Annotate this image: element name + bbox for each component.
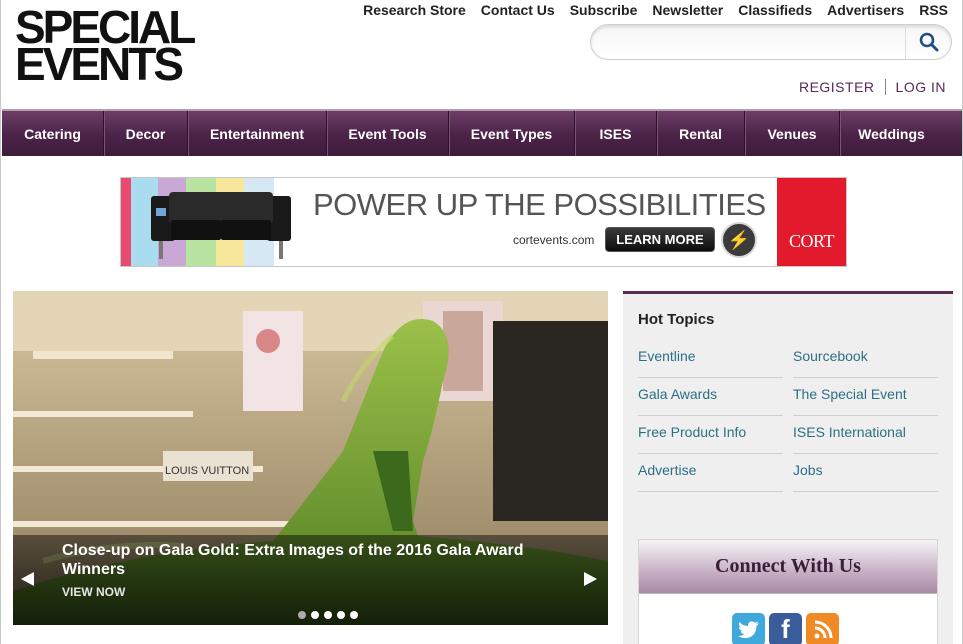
search-box — [590, 24, 952, 60]
previous-arrow-icon[interactable] — [21, 572, 34, 586]
site-logo[interactable]: SPECIAL EVENTS — [15, 4, 196, 90]
learn-more-button[interactable]: LEARN MORE — [605, 227, 715, 252]
ad-banner[interactable]: POWER UP THE POSSIBILITIES cortevents.co… — [120, 177, 847, 267]
top-link-contact-us[interactable]: Contact Us — [481, 2, 555, 18]
slide-caption: Close-up on Gala Gold: Extra Images of t… — [13, 535, 608, 625]
account-links: REGISTER LOG IN — [799, 79, 946, 95]
ad-stripe — [121, 178, 131, 266]
connect-title: Connect With Us — [639, 540, 937, 594]
nav-item-ises[interactable]: ISES — [575, 111, 657, 156]
nav-item-catering[interactable]: Catering — [2, 111, 104, 156]
search-input[interactable] — [603, 31, 893, 53]
nav-item-event-types[interactable]: Event Types — [449, 111, 575, 156]
top-link-newsletter[interactable]: Newsletter — [652, 2, 723, 18]
nav-item-weddings[interactable]: Weddings — [840, 111, 943, 156]
nav-item-venues[interactable]: Venues — [745, 111, 840, 156]
nav-item-entertainment[interactable]: Entertainment — [188, 111, 327, 156]
slide-dots — [298, 611, 358, 619]
slide-dot[interactable] — [350, 611, 358, 619]
hot-topics-panel: Hot Topics Eventline Sourcebook Gala Awa… — [623, 291, 953, 644]
hot-topic-eventline[interactable]: Eventline — [638, 340, 783, 378]
hot-topic-advertise[interactable]: Advertise — [638, 454, 783, 492]
nav-item-decor[interactable]: Decor — [104, 111, 188, 156]
cort-logo: CORT — [777, 178, 846, 266]
account-divider — [884, 79, 886, 95]
twitter-icon[interactable] — [732, 613, 765, 644]
connect-with-us-box: Connect With Us f — [638, 539, 938, 644]
hot-topic-the-special-event[interactable]: The Special Event — [793, 378, 938, 416]
social-icons: f — [732, 613, 839, 644]
hot-topic-free-product-info[interactable]: Free Product Info — [638, 416, 783, 454]
slide-title[interactable]: Close-up on Gala Gold: Extra Images of t… — [62, 541, 582, 579]
lightning-bolt-icon: ⚡ — [721, 222, 757, 258]
main-nav: Catering Decor Entertainment Event Tools… — [2, 109, 962, 156]
slide-dot[interactable] — [298, 611, 306, 619]
hot-topic-jobs[interactable]: Jobs — [793, 454, 938, 492]
hot-topic-gala-awards[interactable]: Gala Awards — [638, 378, 783, 416]
hot-topic-ises-international[interactable]: ISES International — [793, 416, 938, 454]
search-icon — [919, 32, 938, 52]
slide-dot[interactable] — [337, 611, 345, 619]
top-link-classifieds[interactable]: Classifieds — [738, 2, 812, 18]
ad-url: cortevents.com — [513, 233, 595, 247]
nav-item-rental[interactable]: Rental — [657, 111, 745, 156]
hot-topics-title: Hot Topics — [638, 311, 715, 328]
ad-headline: POWER UP THE POSSIBILITIES — [313, 187, 766, 222]
sofa-image — [151, 192, 291, 259]
top-link-subscribe[interactable]: Subscribe — [570, 2, 638, 18]
top-link-advertisers[interactable]: Advertisers — [827, 2, 904, 18]
search-button[interactable] — [905, 24, 951, 60]
featured-slideshow[interactable]: LOUIS VUITTON Close-up on Gala Gold: Ext… — [13, 291, 608, 625]
login-link[interactable]: LOG IN — [896, 79, 946, 95]
next-arrow-icon[interactable] — [584, 572, 597, 586]
hot-topic-sourcebook[interactable]: Sourcebook — [793, 340, 938, 378]
top-link-rss[interactable]: RSS — [919, 2, 948, 18]
store-sign: LOUIS VUITTON — [165, 465, 249, 477]
register-link[interactable]: REGISTER — [799, 79, 875, 95]
logo-line-2: EVENTS — [15, 38, 184, 90]
page: SPECIAL EVENTS Research Store Contact Us… — [0, 0, 963, 644]
top-links: Research Store Contact Us Subscribe News… — [363, 2, 948, 18]
view-now-link[interactable]: VIEW NOW — [62, 585, 125, 599]
rss-icon[interactable] — [806, 613, 839, 644]
slide-dot[interactable] — [311, 611, 319, 619]
facebook-icon[interactable]: f — [769, 613, 802, 644]
nav-item-event-tools[interactable]: Event Tools — [327, 111, 449, 156]
top-link-research-store[interactable]: Research Store — [363, 2, 466, 18]
slide-dot[interactable] — [324, 611, 332, 619]
